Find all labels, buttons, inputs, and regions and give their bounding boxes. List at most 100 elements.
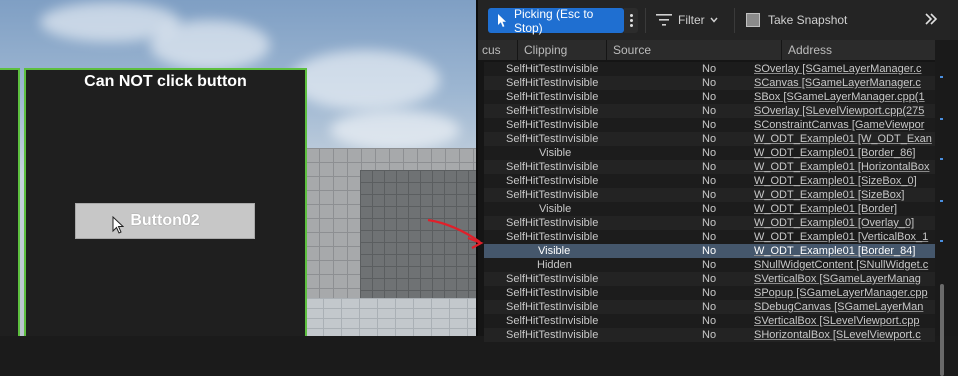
row-address-link[interactable]: W_ODT_Example01 [Border]: [754, 202, 934, 216]
row-clipping: No: [702, 133, 717, 145]
panel-title: Can NOT click button: [84, 73, 247, 90]
widget-tree-row[interactable]: SelfHitTestInvisible No W_ODT_Example01 [W…: [484, 132, 935, 146]
row-clipping: No: [702, 77, 717, 89]
widget-tree-row[interactable]: SelfHitTestInvisible No W_ODT_Example01 [H…: [484, 160, 935, 174]
widget-tree-row[interactable]: SelfHitTestInvisible No SCanvas [SGameLaye…: [484, 76, 935, 90]
widget-tree-row[interactable]: Hidden No SNullWidgetContent [SNullWidget.…: [484, 258, 935, 272]
filter-button[interactable]: Filter: [656, 13, 718, 27]
toolbar-divider: [645, 8, 646, 33]
column-divider[interactable]: [781, 40, 782, 60]
row-visibility: SelfHitTestInvisible: [506, 119, 599, 131]
row-visibility: SelfHitTestInvisible: [506, 105, 599, 117]
column-header-source[interactable]: Source: [613, 43, 651, 57]
row-visibility: SelfHitTestInvisible: [506, 91, 599, 103]
row-clipping: No: [702, 231, 717, 243]
scroll-marker: [940, 76, 943, 78]
widget-tree-row[interactable]: SelfHitTestInvisible No SOverlay [SLevelVi…: [484, 104, 935, 118]
widget-tree-row[interactable]: Visible No W_ODT_Example01 [Border_84]: [484, 244, 935, 258]
cloud: [290, 50, 440, 110]
row-clipping: No: [702, 189, 717, 201]
row-visibility: SelfHitTestInvisible: [506, 231, 599, 243]
row-address-link[interactable]: SVerticalBox [SGameLayerManag: [754, 272, 934, 286]
row-address-link[interactable]: SDebugCanvas [SGameLayerMan: [754, 300, 934, 314]
row-clipping: No: [702, 315, 717, 327]
vertical-scrollbar[interactable]: [935, 40, 958, 376]
cursor-icon: [112, 216, 124, 234]
widget-panel: Can NOT click button Button02: [24, 68, 307, 336]
picking-button[interactable]: Picking (Esc to Stop): [488, 6, 624, 35]
widget-tree-row[interactable]: SelfHitTestInvisible No SVerticalBox [SGam…: [484, 272, 935, 286]
row-visibility: Hidden: [537, 259, 572, 271]
widget-tree-row[interactable]: SelfHitTestInvisible No W_ODT_Example01 [S…: [484, 188, 935, 202]
column-header-clipping[interactable]: Clipping: [524, 43, 567, 57]
row-visibility: SelfHitTestInvisible: [506, 329, 599, 341]
row-address-link[interactable]: SVerticalBox [SLevelViewport.cpp: [754, 314, 934, 328]
widget-tree-row[interactable]: SelfHitTestInvisible No SDebugCanvas [SGam…: [484, 300, 935, 314]
column-header-address[interactable]: Address: [788, 43, 832, 57]
widget-tree-row[interactable]: SelfHitTestInvisible No SConstraintCanvas …: [484, 118, 935, 132]
row-address-link[interactable]: W_ODT_Example01 [HorizontalBox: [754, 160, 934, 174]
widget-tree-row[interactable]: Visible No W_ODT_Example01 [Border]: [484, 202, 935, 216]
widget-tree-row[interactable]: SelfHitTestInvisible No SBox [SGameLayerMa…: [484, 90, 935, 104]
row-address-link[interactable]: SConstraintCanvas [GameViewpor: [754, 118, 934, 132]
widget-tree-row[interactable]: SelfHitTestInvisible No W_ODT_Example01 [S…: [484, 174, 935, 188]
row-address-link[interactable]: W_ODT_Example01 [Border_86]: [754, 146, 934, 160]
game-viewport[interactable]: Can NOT click button Button02: [0, 0, 478, 336]
row-clipping: No: [702, 259, 717, 271]
more-icon[interactable]: [624, 8, 638, 33]
widget-tree-row[interactable]: Visible No W_ODT_Example01 [Border_86]: [484, 146, 935, 160]
row-clipping: No: [702, 147, 717, 159]
button02[interactable]: Button02: [75, 203, 255, 239]
side-widget-panel: [0, 68, 20, 336]
row-address-link[interactable]: W_ODT_Example01 [SizeBox_0]: [754, 174, 934, 188]
row-address-link[interactable]: SHorizontalBox [SLevelViewport.c: [754, 328, 934, 342]
widget-tree-row[interactable]: SelfHitTestInvisible No W_ODT_Example01 [O…: [484, 216, 935, 230]
row-address-link[interactable]: W_ODT_Example01 [Overlay_0]: [754, 216, 934, 230]
annotation-arrow-icon: [427, 218, 484, 249]
column-divider[interactable]: [517, 40, 518, 60]
row-clipping: No: [702, 63, 717, 75]
filter-icon: [656, 14, 672, 26]
expand-icon[interactable]: [924, 11, 938, 27]
row-visibility: Visible: [539, 147, 572, 159]
take-snapshot-button[interactable]: Take Snapshot: [746, 13, 847, 27]
picking-icon: [498, 14, 506, 27]
row-visibility: SelfHitTestInvisible: [506, 63, 599, 75]
row-clipping: No: [702, 273, 717, 285]
row-address-link[interactable]: SBox [SGameLayerManager.cpp(1: [754, 90, 934, 104]
row-clipping: No: [702, 119, 717, 131]
toolbar-divider: [734, 8, 735, 33]
column-header-focus[interactable]: cus: [482, 43, 501, 57]
row-visibility: SelfHitTestInvisible: [506, 175, 599, 187]
row-visibility: SelfHitTestInvisible: [506, 77, 599, 89]
column-divider[interactable]: [606, 40, 607, 60]
row-visibility: SelfHitTestInvisible: [506, 287, 599, 299]
widget-tree-row[interactable]: SelfHitTestInvisible No W_ODT_Example01 [V…: [484, 230, 935, 244]
row-clipping: No: [702, 105, 717, 117]
row-address-link[interactable]: SOverlay [SLevelViewport.cpp(275: [754, 104, 934, 118]
button02-label: Button02: [130, 212, 200, 229]
row-address-link[interactable]: W_ODT_Example01 [W_ODT_Exan: [754, 132, 934, 146]
row-address-link[interactable]: W_ODT_Example01 [SizeBox]: [754, 188, 934, 202]
widget-tree-row[interactable]: SelfHitTestInvisible No SPopup [SGameLayer…: [484, 286, 935, 300]
chevron-down-icon: [710, 17, 718, 23]
row-address-link[interactable]: SOverlay [SGameLayerManager.c: [754, 62, 934, 76]
widget-tree-row[interactable]: SelfHitTestInvisible No SVerticalBox [SLev…: [484, 314, 935, 328]
row-address-link[interactable]: SPopup [SGameLayerManager.cpp: [754, 286, 934, 300]
row-visibility: SelfHitTestInvisible: [506, 273, 599, 285]
row-clipping: No: [702, 329, 717, 341]
scene-floor: [305, 298, 478, 336]
row-address-link[interactable]: SNullWidgetContent [SNullWidget.c: [754, 258, 934, 272]
column-header-row: cus Clipping Source Address: [478, 40, 935, 60]
row-address-link[interactable]: W_ODT_Example01 [VerticalBox_1: [754, 230, 934, 244]
picking-label: Picking (Esc to Stop): [514, 6, 594, 35]
widget-tree-row[interactable]: SelfHitTestInvisible No SHorizontalBox [SL…: [484, 328, 935, 342]
row-address-link[interactable]: W_ODT_Example01 [Border_84]: [754, 244, 934, 258]
cloud: [330, 110, 460, 150]
row-address-link[interactable]: SCanvas [SGameLayerManager.c: [754, 76, 934, 90]
row-visibility: SelfHitTestInvisible: [506, 189, 599, 201]
scroll-thumb[interactable]: [940, 284, 944, 376]
row-clipping: No: [702, 175, 717, 187]
widget-tree-row[interactable]: SelfHitTestInvisible No SOverlay [SGameLay…: [484, 62, 935, 76]
filter-label: Filter: [678, 13, 705, 27]
